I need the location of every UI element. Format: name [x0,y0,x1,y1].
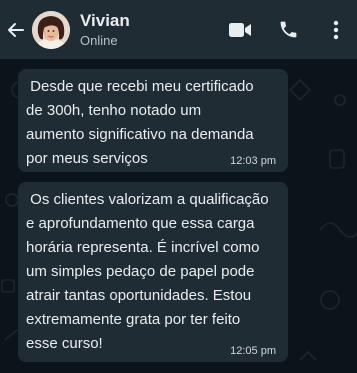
avatar-photo [32,10,70,49]
more-options-button[interactable] [323,17,349,43]
more-options-icon [333,20,339,39]
message-bubble[interactable]: Os clientes valorizam a qualificação e a… [18,182,288,362]
message-bubble[interactable]: Desde que recebi meu certificado de 300h… [18,69,288,172]
message-text: Os clientes valorizam a qualificação e a… [26,191,269,352]
voice-call-button[interactable] [275,17,301,43]
chat-header: Vivian Online [0,0,357,59]
video-call-icon [229,22,251,37]
back-button[interactable] [4,21,28,39]
contact-status: Online [80,32,118,48]
video-call-button[interactable] [227,17,253,43]
back-arrow-icon [8,22,24,37]
phone-call-icon [280,21,296,38]
message-time: 12:05 pm [230,345,276,357]
contact-info[interactable]: Vivian Online [80,11,205,49]
header-actions [205,17,349,43]
chat-screen: Vivian Online Desde que recebi meu certi… [0,0,357,373]
contact-name: Vivian [80,10,130,30]
message-time: 12:03 pm [230,155,276,167]
avatar[interactable] [32,10,70,49]
